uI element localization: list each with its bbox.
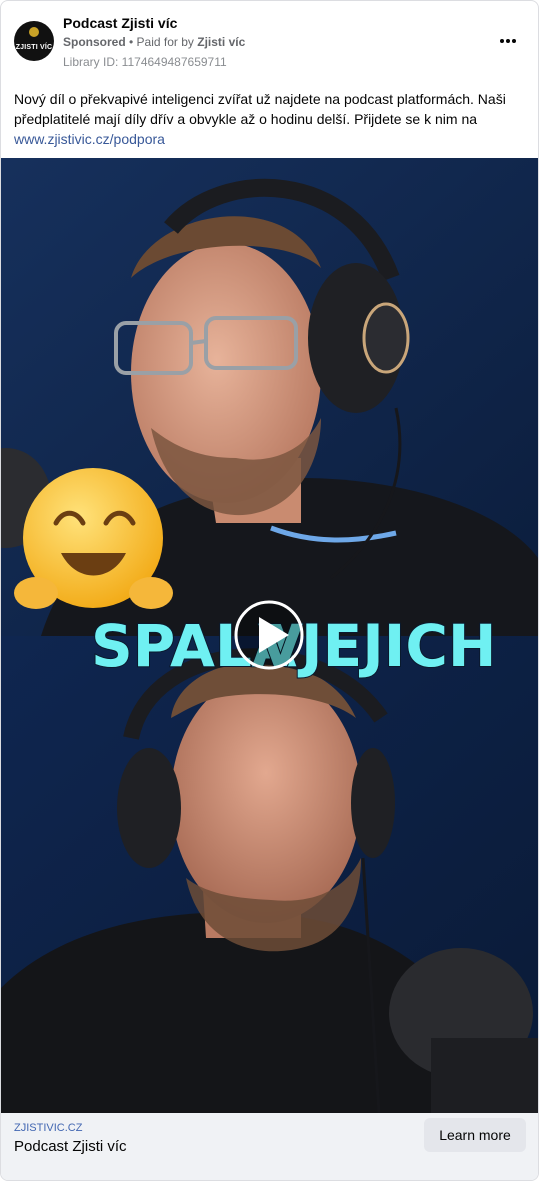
paid-by-name[interactable]: Zjisti víc xyxy=(197,35,245,49)
dot-icon xyxy=(506,39,510,43)
dot-icon xyxy=(512,39,516,43)
link-domain: ZJISTIVIC.CZ xyxy=(14,1122,83,1134)
post-header: ZJISTI VÍC Podcast Zjisti víc Sponsored … xyxy=(1,1,538,81)
link-title: Podcast Zjisti víc xyxy=(14,1138,127,1155)
caption-right: JEJICH xyxy=(297,612,496,680)
sponsored-line: Sponsored • Paid for by Zjisti víc xyxy=(63,35,245,49)
more-options-button[interactable] xyxy=(496,31,520,51)
paid-for-by-label: • Paid for by xyxy=(125,35,198,49)
post-body: Nový díl o překvapivé inteligenci zvířat… xyxy=(14,89,526,149)
sponsored-label: Sponsored xyxy=(63,35,126,49)
learn-more-button[interactable]: Learn more xyxy=(424,1118,526,1152)
post-body-link[interactable]: www.zjistivic.cz/podpora xyxy=(14,131,165,147)
play-button[interactable] xyxy=(234,600,304,670)
library-id: Library ID: 1174649487659711 xyxy=(63,55,227,69)
page-avatar[interactable]: ZJISTI VÍC xyxy=(14,21,54,61)
video-thumbnail[interactable]: SPALA V JEJICH xyxy=(1,158,538,1113)
ad-footer[interactable]: ZJISTIVIC.CZ Podcast Zjisti víc Learn mo… xyxy=(1,1113,538,1180)
logo-emblem-icon xyxy=(29,27,39,37)
dot-icon xyxy=(500,39,504,43)
page-name-link[interactable]: Podcast Zjisti víc xyxy=(63,15,177,31)
video-frame: SPALA V JEJICH xyxy=(1,158,538,1113)
avatar-logo-text: ZJISTI VÍC xyxy=(15,43,53,51)
post-body-text: Nový díl o překvapivé inteligenci zvířat… xyxy=(14,91,506,127)
ad-card: ZJISTI VÍC Podcast Zjisti víc Sponsored … xyxy=(0,0,539,1181)
